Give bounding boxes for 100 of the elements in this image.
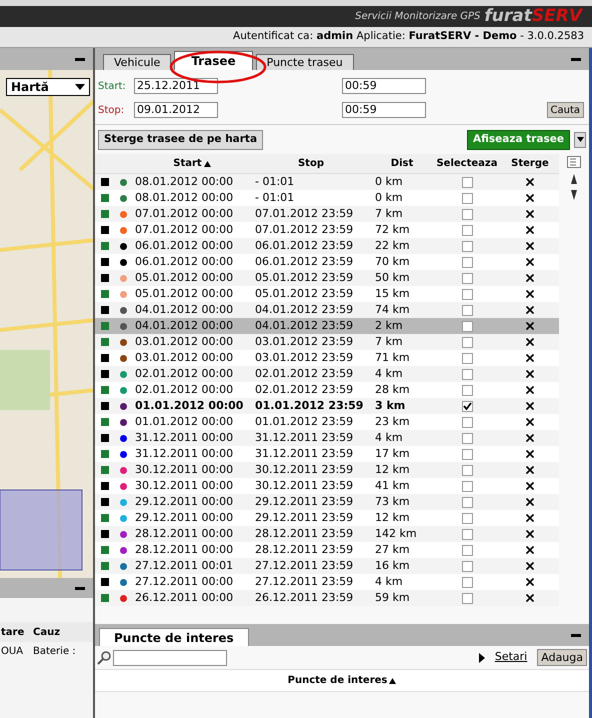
delete-icon[interactable] (524, 272, 536, 284)
select-checkbox[interactable] (462, 448, 472, 460)
route-row[interactable]: 27.12.2011 00:01 27.12.2011 23:59 16 km (95, 558, 559, 574)
scroll-arrows-icon[interactable] (571, 174, 577, 200)
delete-icon[interactable] (524, 240, 536, 252)
select-checkbox[interactable] (462, 480, 472, 492)
clear-routes-button[interactable]: Sterge trasee de pe harta (98, 130, 264, 150)
delete-icon[interactable] (524, 224, 536, 236)
minimize-icon[interactable] (571, 634, 581, 636)
stop-cell-text: 27.12.2011 23:59 (254, 558, 354, 574)
route-row[interactable]: 01.01.2012 00:00 01.01.2012 23:59 3 km (95, 398, 559, 414)
route-row[interactable]: 05.01.2012 00:00 05.01.2012 23:59 50 km (95, 270, 559, 286)
date-field[interactable]: 09.01.2012 (134, 102, 218, 118)
select-checkbox[interactable] (462, 512, 472, 524)
delete-icon[interactable] (524, 448, 536, 460)
delete-icon[interactable] (524, 368, 536, 380)
minimize-icon[interactable] (75, 586, 85, 590)
route-row[interactable]: 03.01.2012 00:00 03.01.2012 23:59 7 km (95, 334, 559, 350)
select-checkbox[interactable] (462, 496, 472, 508)
delete-icon[interactable] (524, 288, 536, 300)
select-checkbox[interactable] (462, 576, 472, 588)
map-type-dropdown[interactable]: Hartă (6, 78, 90, 96)
date-field[interactable]: 25.12.2011 (134, 78, 218, 94)
dropdown-arrow-button[interactable] (574, 132, 586, 148)
select-checkbox[interactable] (462, 368, 472, 380)
delete-icon[interactable] (524, 384, 536, 396)
delete-icon[interactable] (524, 592, 536, 604)
tab[interactable]: Puncte de interes (99, 628, 249, 646)
select-checkbox[interactable] (462, 256, 472, 268)
route-row[interactable]: 31.12.2011 00:00 31.12.2011 23:59 4 km (95, 430, 559, 446)
search-field[interactable] (113, 650, 227, 666)
route-row[interactable]: 02.01.2012 00:00 02.01.2012 23:59 4 km (95, 366, 559, 382)
column-header[interactable]: Selecteaza (433, 156, 501, 171)
select-checkbox[interactable] (462, 464, 472, 476)
delete-icon[interactable] (524, 480, 536, 492)
select-checkbox[interactable] (462, 528, 472, 540)
route-row[interactable]: 26.12.2011 00:00 26.12.2011 23:59 59 km (95, 590, 559, 606)
column-header[interactable]: Puncte de interes (288, 673, 396, 688)
minimize-icon[interactable] (571, 58, 581, 60)
select-checkbox[interactable] (462, 416, 472, 428)
delete-icon[interactable] (524, 544, 536, 556)
select-checkbox[interactable] (462, 208, 472, 220)
route-row[interactable]: 04.01.2012 00:00 04.01.2012 23:59 74 km (95, 302, 559, 318)
delete-icon[interactable] (524, 528, 536, 540)
select-checkbox[interactable] (462, 352, 472, 364)
column-header[interactable]: Sterge (501, 156, 559, 171)
delete-icon[interactable] (524, 560, 536, 572)
select-checkbox[interactable] (462, 432, 472, 444)
delete-icon[interactable] (524, 512, 536, 524)
start-cell-text: 08.01.2012 00:00 (134, 190, 234, 206)
delete-icon[interactable] (524, 464, 536, 476)
tab[interactable]: Puncte traseu (256, 54, 354, 70)
select-checkbox[interactable] (462, 320, 472, 332)
route-row[interactable]: 28.12.2011 00:00 28.12.2011 23:59 142 km (95, 526, 559, 542)
route-row[interactable]: 29.12.2011 00:00 29.12.2011 23:59 73 km (95, 494, 559, 510)
delete-icon[interactable] (524, 432, 536, 444)
search-button[interactable]: Cauta (546, 102, 584, 118)
time-field[interactable]: 00:59 (342, 102, 426, 118)
select-checkbox[interactable] (462, 400, 472, 412)
minimize-icon[interactable] (75, 58, 85, 60)
select-checkbox[interactable] (462, 336, 472, 348)
select-checkbox[interactable] (462, 560, 472, 572)
select-checkbox[interactable] (462, 592, 472, 604)
select-checkbox[interactable] (462, 272, 472, 284)
columns-icon[interactable] (567, 156, 581, 168)
column-header[interactable]: Stop (251, 156, 371, 171)
time-field[interactable]: 00:59 (342, 78, 426, 94)
delete-icon[interactable] (524, 304, 536, 316)
delete-icon[interactable] (524, 256, 536, 268)
delete-icon[interactable] (524, 320, 536, 332)
select-checkbox[interactable] (462, 288, 472, 300)
delete-icon[interactable] (524, 208, 536, 220)
route-row[interactable]: 06.01.2012 00:00 06.01.2012 23:59 22 km (95, 238, 559, 254)
select-checkbox[interactable] (462, 544, 472, 556)
delete-icon[interactable] (524, 192, 536, 204)
route-row[interactable]: 04.01.2012 00:00 04.01.2012 23:59 2 km (95, 318, 559, 334)
select-checkbox[interactable] (462, 384, 472, 396)
select-checkbox[interactable] (462, 304, 472, 316)
route-row[interactable]: 08.01.2012 00:00 - 01:01 0 km (95, 174, 559, 190)
start-cell-text: 06.01.2012 00:00 (134, 254, 234, 270)
add-button[interactable]: Adauga (537, 649, 587, 666)
delete-icon[interactable] (524, 416, 536, 428)
select-checkbox[interactable] (462, 240, 472, 252)
delete-icon[interactable] (524, 576, 536, 588)
delete-icon[interactable] (524, 336, 536, 348)
route-row[interactable]: 30.12.2011 00:00 30.12.2011 23:59 12 km (95, 462, 559, 478)
select-checkbox[interactable] (462, 176, 472, 188)
tab[interactable]: Vehicule (103, 54, 172, 70)
select-checkbox[interactable] (462, 192, 472, 204)
settings-link[interactable]: Setari (494, 649, 528, 666)
route-row[interactable]: 07.01.2012 00:00 07.01.2012 23:59 7 km (95, 206, 559, 222)
delete-icon[interactable] (524, 496, 536, 508)
column-header[interactable]: Start (133, 156, 251, 171)
distance-cell-text: 7 km (374, 334, 404, 350)
delete-icon[interactable] (524, 400, 536, 412)
delete-icon[interactable] (524, 176, 536, 188)
show-routes-button[interactable]: Afiseaza trasee (467, 130, 570, 150)
select-checkbox[interactable] (462, 224, 472, 236)
column-header[interactable]: Dist (371, 156, 433, 171)
delete-icon[interactable] (524, 352, 536, 364)
